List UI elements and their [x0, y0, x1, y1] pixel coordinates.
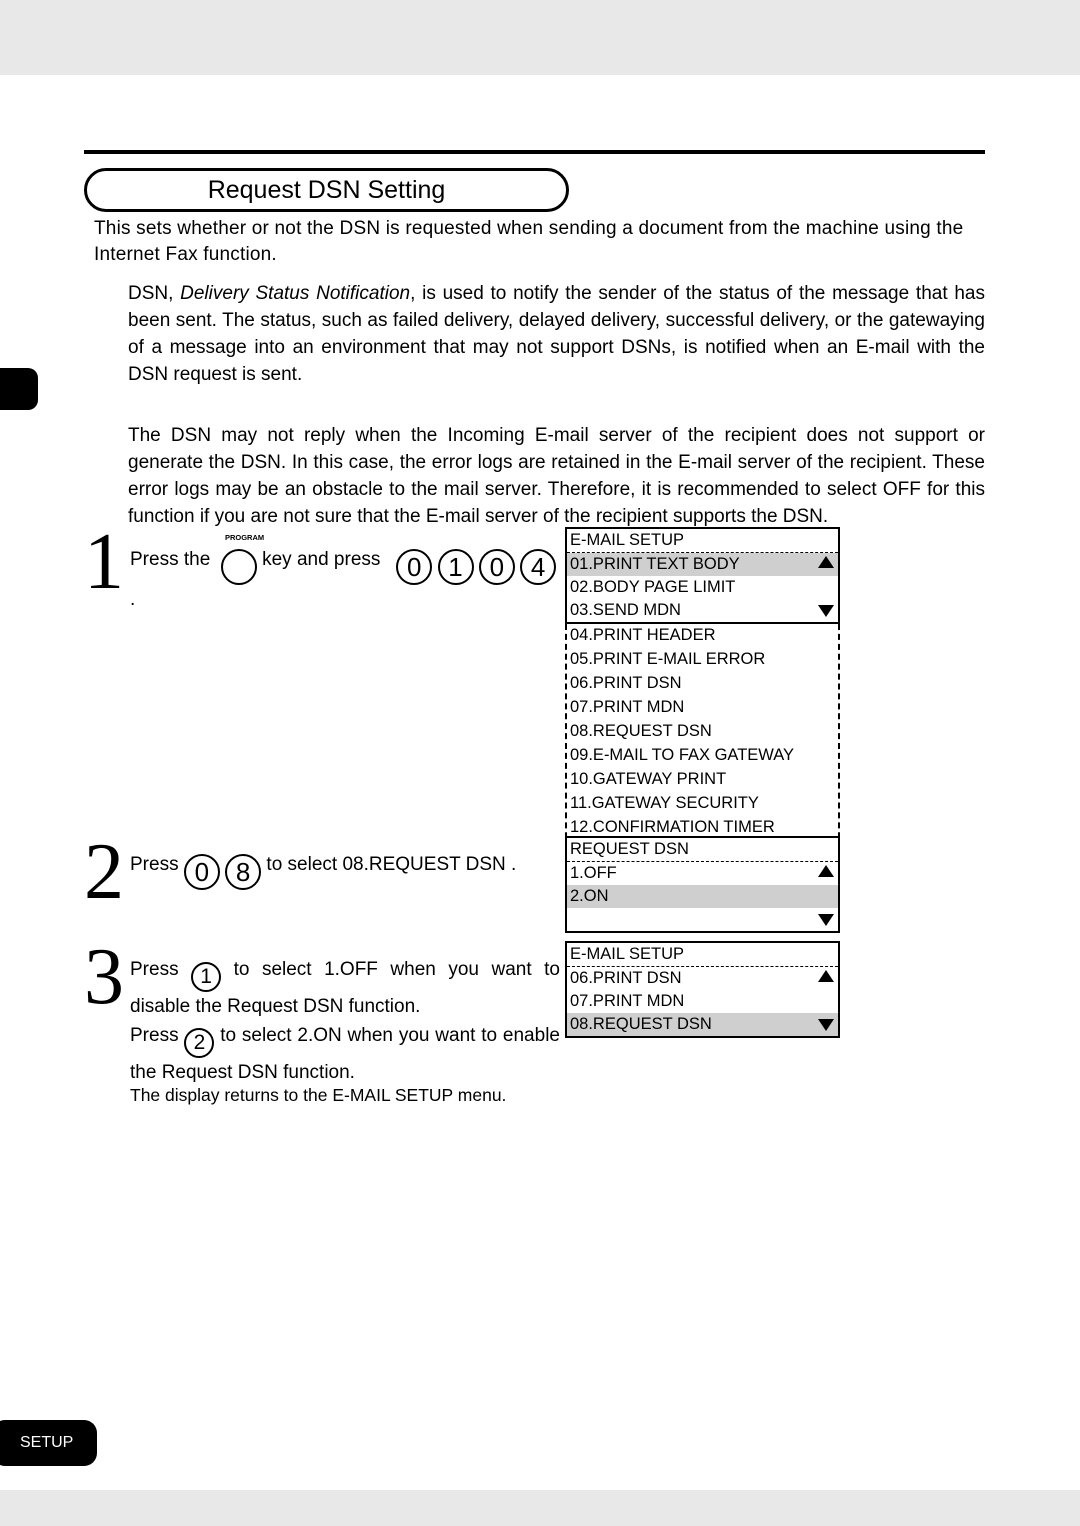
- footer-tab: SETUP: [0, 1420, 97, 1466]
- screen1-row-03-text: 03.SEND MDN: [570, 601, 681, 619]
- screen1-row-01: 01.PRINT TEXT BODY: [567, 553, 838, 576]
- screen3-row-08-text: 08.REQUEST DSN: [570, 1015, 712, 1033]
- step-1-body: Press the PROGRAM key and press 0 1 0 4 …: [130, 540, 560, 614]
- screen-email-setup: E-MAIL SETUP 01.PRINT TEXT BODY 02.BODY …: [565, 527, 840, 624]
- arrow-down-icon: [818, 1019, 834, 1031]
- press3a: Press: [130, 959, 191, 980]
- screen-request-dsn: REQUEST DSN 1.OFF 2.ON: [565, 836, 840, 933]
- content-area: Request DSN Setting This sets whether or…: [0, 150, 1080, 1490]
- return-note: The display returns to the E-MAIL SETUP …: [130, 1083, 560, 1108]
- dsn-lead: DSN,: [128, 283, 180, 304]
- program-label: PROGRAM: [216, 523, 274, 552]
- screen3-header: E-MAIL SETUP: [567, 943, 838, 967]
- screen1-row-02-text: 02.BODY PAGE LIMIT: [570, 578, 735, 596]
- key-and-press: key and press: [262, 549, 386, 570]
- screen-email-setup-return: E-MAIL SETUP 06.PRINT DSN 07.PRINT MDN 0…: [565, 941, 840, 1038]
- intro-paragraph: This sets whether or not the DSN is requ…: [94, 216, 986, 268]
- press2: Press: [130, 854, 184, 875]
- screen1-row-02: 02.BODY PAGE LIMIT: [567, 576, 838, 599]
- screen3-row-06: 06.PRINT DSN: [567, 967, 838, 990]
- menu-ext-07: 07.PRINT MDN: [567, 696, 838, 720]
- section-title: Request DSN Setting: [84, 168, 569, 212]
- screen3-row-07-text: 07.PRINT MDN: [570, 992, 684, 1010]
- key-8: 8: [225, 854, 261, 890]
- menu-ext-06: 06.PRINT DSN: [567, 672, 838, 696]
- arrow-up-icon: [818, 970, 834, 982]
- arrow-down-icon: [818, 605, 834, 617]
- key-4: 4: [520, 549, 556, 585]
- key-0b: 0: [479, 549, 515, 585]
- step-3-body: Press 1 to select 1.OFF when you want to…: [130, 955, 560, 1087]
- screen2-row-2-text: 2.ON: [570, 887, 609, 905]
- menu-ext-11: 11.GATEWAY SECURITY: [567, 792, 838, 816]
- screen2-row-1: 1.OFF: [567, 862, 838, 885]
- screen1-row-01-text: 01.PRINT TEXT BODY: [570, 555, 740, 573]
- arrow-up-icon: [818, 556, 834, 568]
- press3b: Press: [130, 1025, 184, 1046]
- screen3-row-06-text: 06.PRINT DSN: [570, 969, 682, 987]
- period: .: [130, 589, 135, 610]
- section-title-text: Request DSN Setting: [208, 176, 446, 204]
- screen2-row-2: 2.ON: [567, 885, 838, 908]
- key-1: 1: [438, 549, 474, 585]
- menu-ext-05: 05.PRINT E-MAIL ERROR: [567, 648, 838, 672]
- screen3-row-07: 07.PRINT MDN: [567, 990, 838, 1013]
- screen1-header: E-MAIL SETUP: [567, 529, 838, 553]
- screen2-header: REQUEST DSN: [567, 838, 838, 862]
- key-0c: 0: [184, 854, 220, 890]
- arrow-up-icon: [818, 865, 834, 877]
- side-tab: [0, 368, 38, 410]
- step-number-3: 3: [84, 937, 124, 1017]
- screen1-row-03: 03.SEND MDN: [567, 599, 838, 622]
- step-2-body: Press 0 8 to select 08.REQUEST DSN .: [130, 850, 560, 890]
- menu-ext-04: 04.PRINT HEADER: [567, 624, 838, 648]
- screen2-row-3: [567, 908, 838, 931]
- horizontal-rule: [84, 150, 985, 154]
- key-1b: 1: [191, 962, 221, 992]
- dsn-italic: Delivery Status Notification: [180, 283, 410, 304]
- page: Request DSN Setting This sets whether or…: [0, 0, 1080, 1526]
- step2-after: to select 08.REQUEST DSN .: [266, 854, 516, 875]
- footer-tab-label: SETUP: [20, 1434, 73, 1451]
- menu-ext-10: 10.GATEWAY PRINT: [567, 768, 838, 792]
- dsn-description: DSN, Delivery Status Notification, is us…: [128, 280, 985, 388]
- note-paragraph: The DSN may not reply when the Incoming …: [128, 422, 985, 530]
- program-key-icon: [221, 549, 257, 585]
- menu-ext-08: 08.REQUEST DSN: [567, 720, 838, 744]
- screen3-row-08: 08.REQUEST DSN: [567, 1013, 838, 1036]
- header-bar: [0, 75, 1080, 150]
- step-number-2: 2: [84, 832, 124, 912]
- screen1-extended-menu: 04.PRINT HEADER 05.PRINT E-MAIL ERROR 06…: [565, 624, 840, 868]
- arrow-down-icon: [818, 914, 834, 926]
- press-the: Press the: [130, 549, 216, 570]
- menu-ext-09: 09.E-MAIL TO FAX GATEWAY: [567, 744, 838, 768]
- key-2: 2: [184, 1028, 214, 1058]
- screen2-row-1-text: 1.OFF: [570, 864, 617, 882]
- step-number-1: 1: [84, 522, 124, 602]
- key-0: 0: [396, 549, 432, 585]
